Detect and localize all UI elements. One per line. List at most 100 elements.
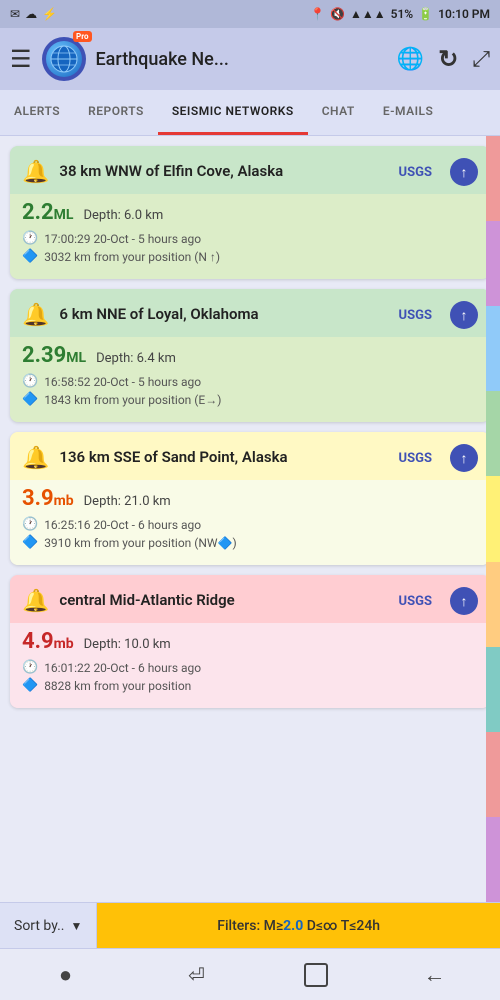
right-color-strip (486, 136, 500, 902)
nav-square-icon[interactable] (304, 963, 328, 987)
tab-emails[interactable]: E-MAILS (369, 90, 448, 135)
time-row-1: 🕐 17:00:29 20-Oct - 5 hours ago (22, 231, 478, 246)
nav-return-icon[interactable]: ⏎ (173, 951, 221, 999)
compass-icon-1: 🔷 (22, 249, 38, 264)
clock-icon-1: 🕐 (22, 231, 38, 246)
time-row-4: 🕐 16:01:22 20-Oct - 6 hours ago (22, 660, 478, 675)
depth-2: Depth: 6.4 km (96, 351, 176, 366)
quake-icon-4: 🔔 (22, 589, 49, 614)
time-text-2: 16:58:52 20-Oct - 5 hours ago (44, 375, 201, 389)
globe-svg (50, 45, 78, 73)
globe-action-icon[interactable]: 🌐 (397, 47, 424, 72)
tab-bar: ALERTS REPORTS SEISMIC NETWORKS CHAT E-M… (0, 90, 500, 136)
time-row-3: 🕐 16:25:16 20-Oct - 6 hours ago (22, 517, 478, 532)
quake-location-3: 136 km SSE of Sand Point, Alaska (59, 448, 388, 468)
clock-time: 10:10 PM (438, 7, 490, 21)
distance-text-4: 8828 km from your position (44, 679, 191, 693)
magnitude-value-1: 2.2ML (22, 200, 73, 225)
clock-icon-2: 🕐 (22, 374, 38, 389)
usgs-label-1[interactable]: USGS (399, 165, 432, 180)
tab-alerts[interactable]: ALERTS (0, 90, 74, 135)
card-body-2: 2.39ML Depth: 6.4 km 🕐 16:58:52 20-Oct -… (10, 337, 490, 422)
quake-location-1: 38 km WNW of Elfin Cove, Alaska (59, 162, 388, 182)
magnitude-value-4: 4.9mb (22, 629, 74, 654)
distance-text-1: 3032 km from your position (N ↑) (44, 250, 220, 264)
depth-3: Depth: 21.0 km (84, 494, 171, 509)
status-left-icons: ✉ ☁ ⚡ (10, 7, 57, 21)
menu-icon[interactable]: ☰ (10, 45, 32, 73)
magnitude-value-2: 2.39ML (22, 343, 86, 368)
filter-bar: Sort by.. ▼ Filters: M≥2.0 D≤∞ T≤24h (0, 902, 500, 948)
mute-icon: 🔇 (330, 7, 345, 21)
status-right-icons: 📍 🔇 ▲▲▲ 51% 🔋 10:10 PM (310, 7, 490, 21)
distance-text-3: 3910 km from your position (NW🔷) (44, 536, 237, 550)
magnitude-line-4: 4.9mb Depth: 10.0 km (22, 629, 478, 654)
quake-icon-2: 🔔 (22, 303, 49, 328)
refresh-icon[interactable]: ↻ (438, 45, 458, 73)
share-button-2[interactable] (450, 301, 478, 329)
tab-seismic-networks[interactable]: SEISMIC NETWORKS (158, 90, 308, 135)
app-logo: Pro (42, 37, 86, 81)
filter-info: Filters: M≥2.0 D≤∞ T≤24h (97, 903, 500, 948)
filter-mag: 2.0 (283, 918, 303, 934)
filter-dist: D≤∞ (307, 918, 338, 934)
nav-bar: ● ⏎ ← (0, 948, 500, 1000)
clock-icon-4: 🕐 (22, 660, 38, 675)
tab-chat[interactable]: CHAT (308, 90, 369, 135)
nav-back-icon[interactable]: ← (411, 951, 459, 999)
share-button-1[interactable] (450, 158, 478, 186)
distance-text-2: 1843 km from your position (E→) (44, 393, 221, 407)
depth-4: Depth: 10.0 km (84, 637, 171, 652)
earthquake-card-3: 🔔 136 km SSE of Sand Point, Alaska USGS … (10, 432, 490, 565)
depth-1: Depth: 6.0 km (83, 208, 163, 223)
quake-location-2: 6 km NNE of Loyal, Oklahoma (59, 305, 388, 325)
time-text-4: 16:01:22 20-Oct - 6 hours ago (44, 661, 201, 675)
pro-badge: Pro (73, 31, 91, 42)
distance-row-3: 🔷 3910 km from your position (NW🔷) (22, 535, 478, 550)
earthquake-card-4: 🔔 central Mid-Atlantic Ridge USGS 4.9mb … (10, 575, 490, 708)
distance-row-2: 🔷 1843 km from your position (E→) (22, 392, 478, 407)
signal-icon: ⚡ (42, 7, 57, 21)
compass-icon-3: 🔷 (22, 535, 38, 550)
share-button-3[interactable] (450, 444, 478, 472)
sort-button[interactable]: Sort by.. ▼ (0, 903, 97, 948)
cloud-icon: ☁ (25, 7, 37, 21)
compass-icon-2: 🔷 (22, 392, 38, 407)
nav-dot-icon[interactable]: ● (42, 951, 90, 999)
app-bar: ☰ Pro Earthquake Ne... 🌐 ↻ ⤢ (0, 28, 500, 90)
usgs-label-2[interactable]: USGS (399, 308, 432, 323)
usgs-label-4[interactable]: USGS (399, 594, 432, 609)
card-header-3: 🔔 136 km SSE of Sand Point, Alaska USGS (10, 432, 490, 480)
status-bar: ✉ ☁ ⚡ 📍 🔇 ▲▲▲ 51% 🔋 10:10 PM (0, 0, 500, 28)
magnitude-value-3: 3.9mb (22, 486, 74, 511)
card-body-1: 2.2ML Depth: 6.0 km 🕐 17:00:29 20-Oct - … (10, 194, 490, 279)
distance-row-1: 🔷 3032 km from your position (N ↑) (22, 249, 478, 264)
expand-icon[interactable]: ⤢ (472, 47, 490, 72)
location-icon: 📍 (310, 7, 325, 21)
tab-reports[interactable]: REPORTS (74, 90, 158, 135)
app-title: Earthquake Ne... (96, 49, 387, 70)
card-body-3: 3.9mb Depth: 21.0 km 🕐 16:25:16 20-Oct -… (10, 480, 490, 565)
wifi-icon: ▲▲▲ (350, 7, 386, 21)
earthquake-card-1: 🔔 38 km WNW of Elfin Cove, Alaska USGS 2… (10, 146, 490, 279)
usgs-label-3[interactable]: USGS (399, 451, 432, 466)
quake-location-4: central Mid-Atlantic Ridge (59, 591, 388, 611)
quake-icon-3: 🔔 (22, 446, 49, 471)
app-bar-actions: 🌐 ↻ ⤢ (397, 45, 490, 73)
mail-icon: ✉ (10, 7, 20, 21)
card-body-4: 4.9mb Depth: 10.0 km 🕐 16:01:22 20-Oct -… (10, 623, 490, 708)
battery-icon: 🔋 (418, 7, 433, 21)
quake-icon-1: 🔔 (22, 160, 49, 185)
clock-icon-3: 🕐 (22, 517, 38, 532)
time-text-1: 17:00:29 20-Oct - 5 hours ago (44, 232, 201, 246)
battery-percent: 51% (391, 7, 414, 21)
earthquake-list: 🔔 38 km WNW of Elfin Cove, Alaska USGS 2… (0, 136, 500, 902)
filter-text: Filters: M≥2.0 D≤∞ T≤24h (217, 918, 380, 934)
magnitude-line-2: 2.39ML Depth: 6.4 km (22, 343, 478, 368)
share-button-4[interactable] (450, 587, 478, 615)
card-header-2: 🔔 6 km NNE of Loyal, Oklahoma USGS (10, 289, 490, 337)
sort-label: Sort by.. (14, 918, 65, 934)
globe-icon (46, 41, 82, 77)
filter-time: T≤24h (341, 918, 380, 934)
magnitude-line-1: 2.2ML Depth: 6.0 km (22, 200, 478, 225)
